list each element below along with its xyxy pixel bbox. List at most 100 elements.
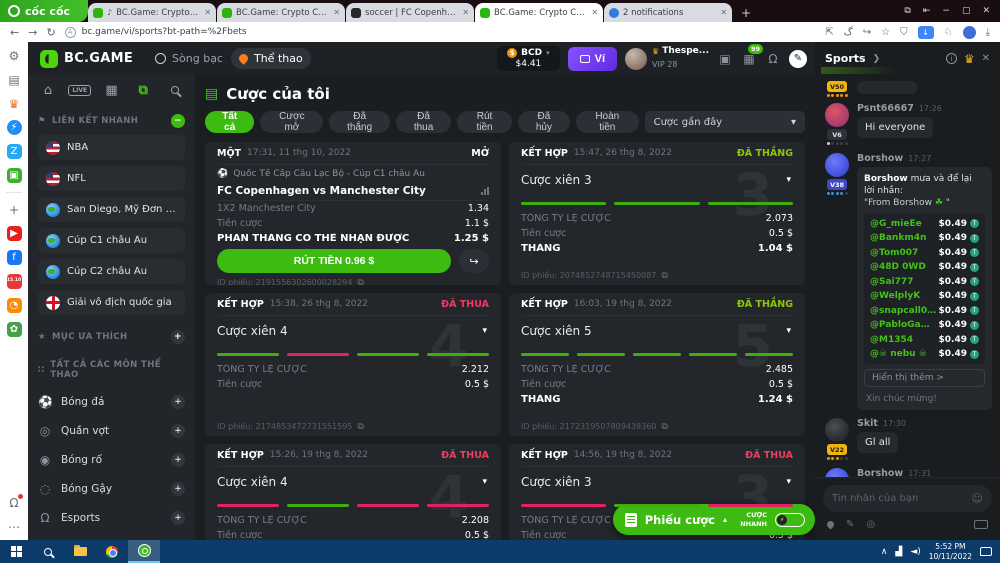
zalo-icon[interactable]: Z (7, 144, 22, 159)
sidebar-sport-item[interactable]: ◎Quần vợt+ (38, 416, 185, 445)
expand-sport-button[interactable]: + (171, 424, 185, 438)
sidebar-quicklink[interactable]: Cúp C1 châu Âu (38, 228, 185, 253)
copy-icon[interactable]: ⧉ (661, 271, 667, 281)
sidebar-quicklink[interactable]: San Diego, Mỹ Đơn Nữ (38, 197, 185, 222)
taskbar-clock[interactable]: 5:52 PM 10/11/2022 (929, 542, 972, 562)
betslip-button[interactable]: Phiếu cược ▴ CƯỢC NHANH ⚡ (613, 504, 815, 535)
filter-pill[interactable]: Đã thắng (329, 111, 390, 133)
avatar[interactable] (825, 103, 849, 127)
profile-avatar[interactable] (963, 26, 976, 39)
chat-tab-sports[interactable]: Sports (825, 52, 866, 65)
taskbar-chrome-icon[interactable] (96, 540, 128, 563)
filter-pill[interactable]: Cược mở (260, 111, 323, 133)
bet-card[interactable]: KẾT HỢP15:38, 26 thg 8, 2022ĐÃ THUA4Cược… (205, 293, 501, 436)
chevron-down-icon[interactable]: ▾ (786, 477, 791, 487)
expand-sport-button[interactable]: + (171, 482, 185, 496)
tab-close-icon[interactable]: ✕ (720, 8, 727, 17)
filter-active[interactable]: Tất cả (205, 111, 254, 133)
sort-dropdown[interactable]: Cược gần đây▾ (645, 111, 805, 133)
copy-icon[interactable]: ⧉ (357, 278, 363, 286)
bcgame-logo[interactable]: BC.GAME (28, 50, 147, 68)
browser-tab[interactable]: BC.Game: Crypto Casino Gar✕ (475, 3, 603, 22)
home-icon[interactable]: ⌂ (38, 80, 58, 100)
bell-icon[interactable]: Ω (765, 51, 781, 67)
sidebar-quicklink[interactable]: Cúp C2 châu Âu (38, 259, 185, 284)
action-center-icon[interactable] (980, 547, 992, 556)
extensions-bell-icon[interactable]: ♘ (944, 27, 953, 38)
garden-icon[interactable]: ✿ (7, 322, 22, 337)
chevron-right-icon[interactable]: ❯ (873, 54, 881, 64)
chevron-down-icon[interactable]: ▾ (482, 477, 487, 487)
send-to-device-icon[interactable]: ⇱ (825, 27, 833, 38)
rules-icon[interactable]: ✎ (846, 519, 854, 530)
show-more-button[interactable]: Hiển thị thêm > (864, 369, 985, 387)
rain-icon[interactable] (826, 519, 836, 529)
emoji-icon[interactable]: ☺ (972, 492, 983, 505)
chevron-down-icon[interactable]: ▾ (482, 326, 487, 336)
user-avatar[interactable] (625, 48, 647, 70)
sidebar-quicklink[interactable]: NFL (38, 166, 185, 191)
cashout-button[interactable]: RÚT TIỀN 0.96 $ (217, 249, 451, 273)
sidebar-sport-item[interactable]: ⚽Bóng đá+ (38, 387, 185, 416)
close-button[interactable]: ✕ (982, 6, 990, 16)
share-icon[interactable]: ↪ (863, 27, 871, 38)
bet-card[interactable]: KẾT HỢP15:26, 19 thg 8, 2022ĐÃ THUA4Cược… (205, 444, 501, 540)
live-icon[interactable]: LIVE (70, 80, 90, 100)
sale-icon[interactable]: 15.10 (7, 274, 22, 289)
recent-tabs-icon[interactable]: ⇤ (923, 6, 931, 16)
avatar[interactable] (825, 153, 849, 177)
browser-tab[interactable]: soccer | FC Copenhagen vs M✕ (346, 3, 474, 22)
avatar[interactable] (825, 418, 849, 442)
back-icon[interactable]: ← (10, 26, 19, 39)
coccoc-brand-button[interactable]: cốc cốc (0, 0, 88, 22)
sidebar-sport-item[interactable]: ▣FIFA+ (38, 532, 185, 540)
chevron-down-icon[interactable]: ▾ (786, 326, 791, 336)
downloads-tray-icon[interactable]: ⤓ (986, 27, 990, 38)
settings-icon[interactable]: ⚙ (7, 48, 22, 63)
user-menu[interactable]: ♛Thespe... VIP 28 (625, 46, 709, 71)
youtube-icon[interactable]: ▶ (7, 226, 22, 241)
forward-icon[interactable]: → (28, 26, 37, 39)
crown-icon[interactable]: ♛ (7, 96, 22, 111)
page-info-icon[interactable]: A (65, 27, 76, 38)
sidebar-sport-item[interactable]: ◉Bóng rổ+ (38, 445, 185, 474)
search-icon[interactable] (165, 80, 185, 100)
tab-close-icon[interactable]: ✕ (462, 8, 469, 17)
shield-icon[interactable]: ⛉ (900, 27, 908, 38)
bet-card[interactable]: KẾT HỢP15:47, 26 thg 8, 2022ĐÃ THẮNG3Cượ… (509, 142, 805, 285)
nav-casino[interactable]: Sòng bạc (147, 48, 231, 69)
minimize-button[interactable]: − (942, 6, 950, 16)
bet-card[interactable]: KẾT HỢP16:03, 19 thg 8, 2022ĐÃ THẮNG5Cượ… (509, 293, 805, 436)
sidebar-sport-item[interactable]: ΩEsports+ (38, 503, 185, 532)
avatar[interactable] (825, 468, 849, 477)
maximize-button[interactable]: ▢ (962, 6, 971, 16)
browser-tab[interactable]: 2 notifications✕ (604, 3, 732, 22)
quick-bet-toggle[interactable]: ⚡ (775, 513, 805, 527)
download-box-icon[interactable]: ↓ (918, 26, 934, 39)
copy-icon[interactable]: ⧉ (357, 422, 363, 432)
tray-chevron-icon[interactable]: ∧ (881, 547, 888, 557)
url-field[interactable]: A bc.game/vi/sports?bt-path=%2Fbets (65, 27, 817, 38)
chat-info-icon[interactable]: i (946, 53, 957, 64)
vault-icon[interactable]: ▣ (717, 51, 733, 67)
filter-pill[interactable]: Đã thua (396, 111, 451, 133)
coin-flip-icon[interactable]: ◎ (866, 519, 875, 530)
taskbar-coccoc-icon[interactable] (128, 540, 160, 563)
reload-icon[interactable]: ↻ (46, 26, 55, 39)
network-icon[interactable]: ▟ (895, 547, 902, 557)
new-tab-button[interactable]: + (733, 6, 759, 20)
tab-close-icon[interactable]: ✕ (333, 8, 340, 17)
facebook-icon[interactable]: f (7, 250, 22, 265)
taskbar-explorer-icon[interactable] (64, 540, 96, 563)
nav-sports[interactable]: Thể thao (231, 48, 311, 69)
my-bets-icon[interactable]: ⧉ (133, 80, 153, 100)
expand-sport-button[interactable]: + (171, 453, 185, 467)
notifications-bell-icon[interactable]: Ω (7, 495, 22, 510)
sidebar-quicklink[interactable]: NBA (38, 135, 185, 160)
translate-icon[interactable]: گ (844, 27, 853, 38)
bookmark-star-icon[interactable]: ☆ (881, 27, 890, 38)
chat-close-icon[interactable]: ✕ (982, 53, 990, 64)
currency-selector[interactable]: $ BCD ▾ $4.41 (497, 46, 559, 72)
browser-tab[interactable]: ♪BC.Game: Crypto Casino✕ (88, 3, 216, 22)
chat-input[interactable] (832, 493, 966, 504)
